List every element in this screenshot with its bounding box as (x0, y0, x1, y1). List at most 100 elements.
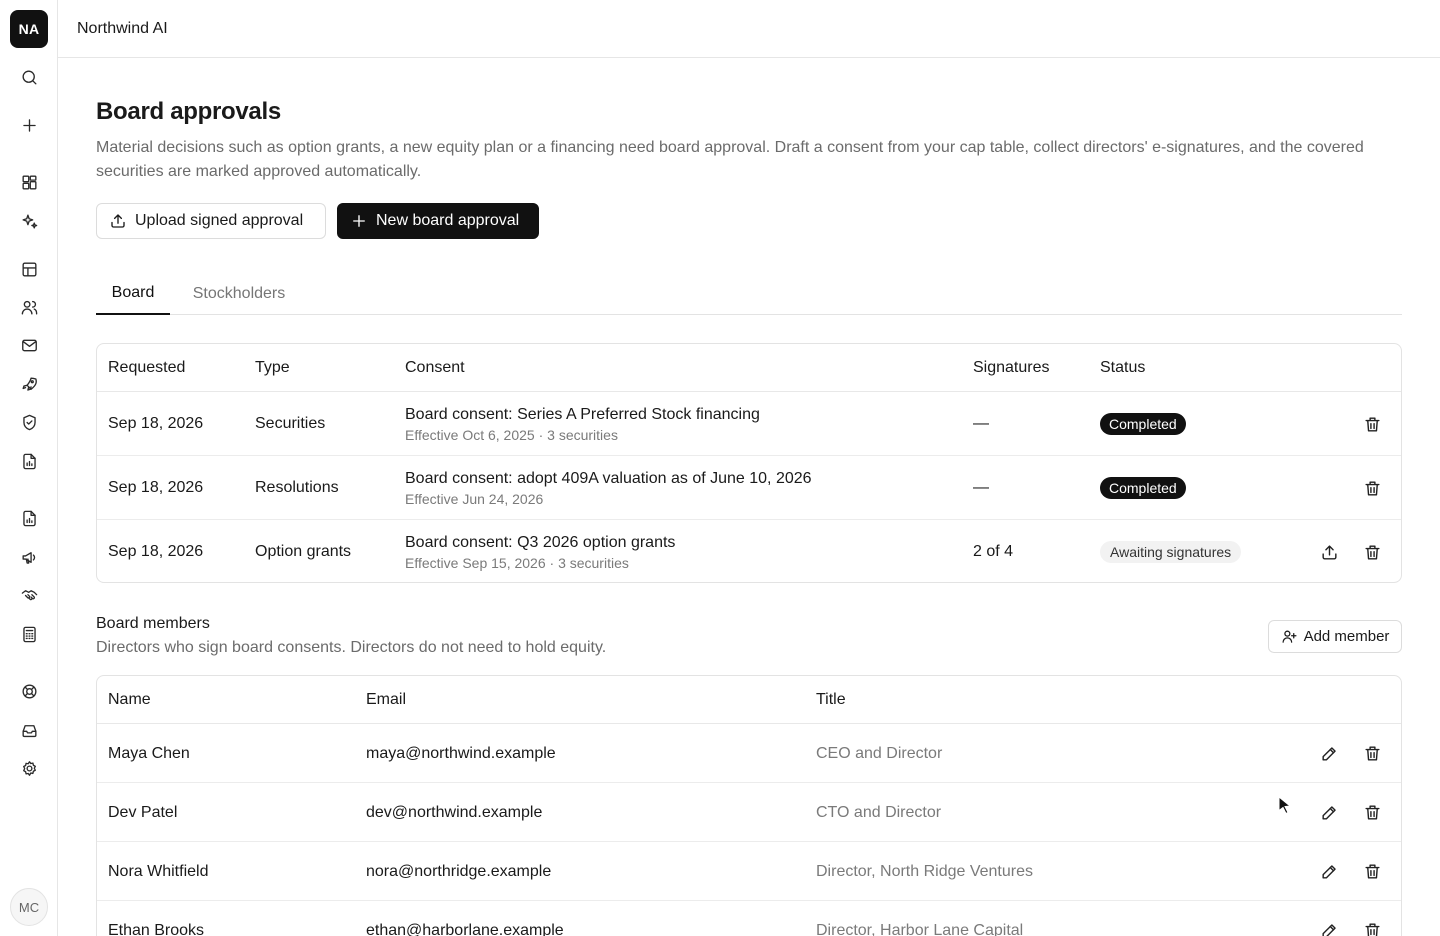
avatar[interactable]: MC (10, 888, 48, 926)
tabs: Board Stockholders (96, 273, 1402, 315)
member-name: Ethan Brooks (108, 921, 205, 936)
table-row[interactable]: Nora Whitfield nora@northridge.example D… (97, 842, 1401, 901)
member-title: Director, North Ridge Ventures (816, 862, 1033, 880)
column-name: Name (108, 691, 151, 708)
member-email: dev@northwind.example (366, 803, 543, 821)
mail-icon[interactable] (17, 333, 41, 357)
table-row[interactable]: Maya Chen maya@northwind.example CEO and… (97, 724, 1401, 783)
user-plus-icon (1282, 630, 1297, 643)
consent-cell: Board consent: adopt 409A valuation as o… (405, 456, 812, 520)
upload-icon (111, 214, 125, 228)
trash-icon[interactable] (1360, 800, 1384, 824)
shield-icon[interactable] (17, 410, 41, 434)
table-icon[interactable] (17, 257, 41, 281)
pencil-icon[interactable] (1317, 800, 1341, 824)
pencil-icon[interactable] (1317, 859, 1341, 883)
trash-icon[interactable] (1360, 476, 1384, 500)
table-header: Requested Type Consent Signatures Status (97, 344, 1401, 392)
new-button-label: New board approval (376, 212, 520, 229)
table-header: Name Email Title (97, 676, 1401, 724)
table-row[interactable]: Sep 18, 2026 Resolutions Board consent: … (97, 456, 1401, 520)
column-requested: Requested (108, 359, 186, 376)
sparkles-icon[interactable] (17, 209, 41, 233)
table-row[interactable]: Ethan Brooks ethan@harborlane.example Di… (97, 901, 1401, 936)
signatures: — (973, 479, 989, 496)
calculator-icon[interactable] (17, 622, 41, 646)
handshake-icon[interactable] (17, 583, 41, 607)
member-email: ethan@harborlane.example (366, 921, 564, 936)
trash-icon[interactable] (1360, 918, 1384, 936)
inbox-icon[interactable] (17, 718, 41, 742)
member-email: maya@northwind.example (366, 744, 556, 762)
lifebuoy-icon[interactable] (17, 679, 41, 703)
file-chart-icon[interactable] (17, 506, 41, 530)
consent-cell: Board consent: Q3 2026 option grants Eff… (405, 520, 675, 582)
new-board-approval-button[interactable]: New board approval (337, 203, 539, 239)
top-bar: Northwind AI (58, 0, 1440, 58)
requested-date: Sep 18, 2026 (108, 415, 204, 432)
pencil-icon[interactable] (1317, 741, 1341, 765)
member-title: CEO and Director (816, 744, 943, 762)
trash-icon[interactable] (1360, 540, 1384, 564)
app-title: Northwind AI (77, 19, 168, 37)
status-badge: Completed (1100, 413, 1186, 435)
member-title: CTO and Director (816, 803, 942, 821)
consent-subtitle: Effective Sep 15, 2026 · 3 securities (405, 554, 629, 571)
add-member-button[interactable]: Add member (1268, 620, 1402, 653)
member-email: nora@northridge.example (366, 862, 552, 880)
board-members-description: Directors who sign board consents. Direc… (96, 639, 607, 656)
approval-type: Securities (255, 415, 326, 432)
table-row[interactable]: Sep 18, 2026 Securities Board consent: S… (97, 392, 1401, 456)
consent-title[interactable]: Board consent: Series A Preferred Stock … (405, 406, 760, 424)
member-name: Maya Chen (108, 744, 190, 762)
approval-type: Option grants (255, 543, 352, 560)
trash-icon[interactable] (1360, 412, 1384, 436)
plus-icon[interactable] (17, 113, 41, 137)
consent-title[interactable]: Board consent: Q3 2026 option grants (405, 534, 675, 552)
dashboard-icon[interactable] (17, 170, 41, 194)
page-title: Board approvals (96, 98, 281, 125)
consent-subtitle: Effective Jun 24, 2026 (405, 490, 544, 507)
member-name: Nora Whitfield (108, 862, 209, 880)
table-row[interactable]: Sep 18, 2026 Option grants Board consent… (97, 520, 1401, 582)
tab-stockholders[interactable]: Stockholders (186, 273, 292, 315)
consent-title[interactable]: Board consent: adopt 409A valuation as o… (405, 470, 812, 488)
approval-type: Resolutions (255, 479, 339, 496)
member-title: Director, Harbor Lane Capital (816, 921, 1024, 936)
users-icon[interactable] (17, 295, 41, 319)
search-icon[interactable] (17, 65, 41, 89)
mouse-cursor-icon (1278, 796, 1292, 814)
gear-icon[interactable] (17, 756, 41, 780)
trash-icon[interactable] (1360, 741, 1384, 765)
approvals-table: Requested Type Consent Signatures Status… (96, 343, 1402, 583)
column-type: Type (255, 359, 290, 376)
column-status: Status (1100, 359, 1146, 376)
trash-icon[interactable] (1360, 859, 1384, 883)
status-badge: Awaiting signatures (1100, 541, 1242, 563)
org-badge[interactable]: NA (10, 10, 48, 48)
signatures: — (973, 415, 989, 432)
member-name: Dev Patel (108, 803, 178, 821)
consent-cell: Board consent: Series A Preferred Stock … (405, 392, 760, 456)
column-consent: Consent (405, 359, 465, 376)
sidebar: NA MC (0, 0, 58, 936)
table-row[interactable]: Dev Patel dev@northwind.example CTO and … (97, 783, 1401, 842)
add-member-label: Add member (1303, 628, 1390, 645)
board-members-title: Board members (96, 615, 210, 632)
pencil-icon[interactable] (1317, 918, 1341, 936)
column-email: Email (366, 691, 407, 708)
file-chart-icon[interactable] (17, 449, 41, 473)
tab-board[interactable]: Board (96, 273, 170, 315)
status-badge: Completed (1100, 477, 1186, 499)
upload-button-label: Upload signed approval (135, 212, 304, 229)
megaphone-icon[interactable] (17, 545, 41, 569)
requested-date: Sep 18, 2026 (108, 479, 204, 496)
members-table: Name Email Title Maya Chen maya@northwin… (96, 675, 1402, 936)
rocket-icon[interactable] (17, 372, 41, 396)
requested-date: Sep 18, 2026 (108, 543, 204, 560)
consent-subtitle: Effective Oct 6, 2025 · 3 securities (405, 426, 618, 443)
plus-icon (353, 215, 365, 227)
column-signatures: Signatures (973, 359, 1050, 376)
upload-signed-approval-button[interactable]: Upload signed approval (96, 203, 326, 239)
upload-icon[interactable] (1317, 540, 1341, 564)
